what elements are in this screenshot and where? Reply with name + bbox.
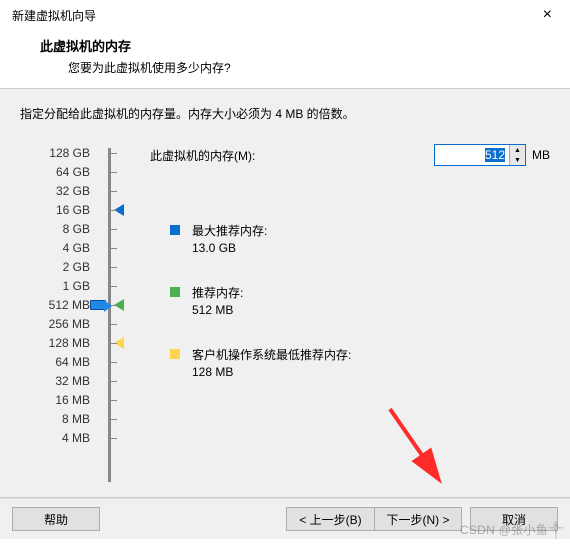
spinner-down-icon[interactable]: ▼: [510, 155, 525, 165]
memory-label: 此虚拟机的内存(M):: [150, 147, 434, 164]
wizard-body: 指定分配给此虚拟机的内存量。内存大小必须为 4 MB 的倍数。 128 GB 6…: [0, 89, 570, 497]
titlebar: 新建虚拟机向导 ×: [0, 0, 570, 30]
square-yellow-icon: [170, 349, 180, 359]
legend-rec-value: 512 MB: [192, 303, 243, 317]
square-green-icon: [170, 287, 180, 297]
memory-input[interactable]: [435, 145, 509, 165]
next-button[interactable]: 下一步(N) >: [374, 507, 462, 531]
memory-slider[interactable]: [90, 144, 150, 486]
page-title: 此虚拟机的内存: [40, 36, 530, 55]
scale-label: 1 GB: [20, 277, 90, 296]
scale-label: 32 MB: [20, 372, 90, 391]
scale-label: 64 MB: [20, 353, 90, 372]
back-button[interactable]: < 上一步(B): [286, 507, 374, 531]
legend-max-label: 最大推荐内存:: [192, 222, 267, 239]
window-title: 新建虚拟机向导: [12, 7, 96, 24]
wizard-header: 此虚拟机的内存 您要为此虚拟机使用多少内存?: [0, 30, 570, 88]
memory-unit: MB: [532, 148, 550, 162]
description-text: 指定分配给此虚拟机的内存量。内存大小必须为 4 MB 的倍数。: [20, 105, 550, 122]
page-subtitle: 您要为此虚拟机使用多少内存?: [40, 55, 530, 76]
legend-max-value: 13.0 GB: [192, 241, 267, 255]
legend-rec-label: 推荐内存:: [192, 284, 243, 301]
scale-label: 2 GB: [20, 258, 90, 277]
scale-label: 128 GB: [20, 144, 90, 163]
scale-label: 256 MB: [20, 315, 90, 334]
scale-label: 16 MB: [20, 391, 90, 410]
scale-label: 64 GB: [20, 163, 90, 182]
scale-label: 8 GB: [20, 220, 90, 239]
legend-max: 最大推荐内存: 13.0 GB: [170, 222, 267, 255]
scale-label: 16 GB: [20, 201, 90, 220]
legend-min-value: 128 MB: [192, 365, 351, 379]
memory-spinner[interactable]: ▲ ▼: [434, 144, 526, 166]
memory-right-column: 此虚拟机的内存(M): ▲ ▼ MB 最大推荐内存: 13.0 GB: [150, 144, 550, 206]
legend-min: 客户机操作系统最低推荐内存: 128 MB: [170, 346, 351, 379]
slider-track: [108, 148, 111, 482]
scale-label: 32 GB: [20, 182, 90, 201]
slider-thumb[interactable]: [90, 300, 106, 310]
scale-label: 4 GB: [20, 239, 90, 258]
watermark-text: CSDN @张小鱼༒: [460, 517, 564, 551]
legend-min-label: 客户机操作系统最低推荐内存:: [192, 346, 351, 363]
help-button[interactable]: 帮助: [12, 507, 100, 531]
close-icon[interactable]: ×: [535, 4, 560, 26]
scale-label: 512 MB: [20, 296, 90, 315]
scale-label: 8 MB: [20, 410, 90, 429]
square-blue-icon: [170, 225, 180, 235]
scale-label: 4 MB: [20, 429, 90, 448]
spinner-up-icon[interactable]: ▲: [510, 145, 525, 155]
scale-label: 128 MB: [20, 334, 90, 353]
memory-scale: 128 GB 64 GB 32 GB 16 GB 8 GB 4 GB 2 GB …: [20, 144, 90, 448]
legend-rec: 推荐内存: 512 MB: [170, 284, 243, 317]
